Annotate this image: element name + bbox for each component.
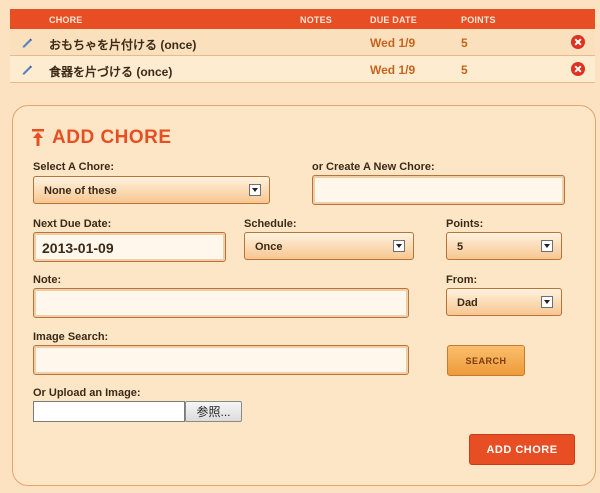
add-chore-panel: ADD CHORE Select A Chore: None of these … xyxy=(12,105,596,486)
table-row: おもちゃを片付ける (once) Wed 1/9 5 xyxy=(10,29,595,56)
image-search-label: Image Search: xyxy=(33,331,109,343)
note-label: Note: xyxy=(33,274,62,286)
due-date: Wed 1/9 xyxy=(370,36,416,50)
image-search-input[interactable] xyxy=(33,345,409,375)
from-value: Dad xyxy=(457,297,478,309)
schedule-value: Once xyxy=(255,241,283,253)
points-dropdown[interactable]: 5 xyxy=(446,232,562,260)
chore-name[interactable]: おもちゃを片付ける (once) xyxy=(49,36,196,53)
select-chore-value: None of these xyxy=(44,185,117,197)
panel-title-text: ADD CHORE xyxy=(52,127,172,148)
schedule-dropdown[interactable]: Once xyxy=(244,232,414,260)
table-row: 食器を片づける (once) Wed 1/9 5 xyxy=(10,56,595,83)
next-due-input[interactable]: 2013-01-09 xyxy=(33,232,226,262)
points-label: Points: xyxy=(446,218,484,230)
chevron-down-icon xyxy=(393,240,405,252)
arrow-up-icon xyxy=(32,129,44,146)
chores-table: CHORE NOTES DUE DATE POINTS おもちゃを片付ける (o… xyxy=(10,9,595,83)
delete-x-icon[interactable] xyxy=(571,35,585,49)
panel-title: ADD CHORE xyxy=(32,127,172,149)
header-points[interactable]: POINTS xyxy=(461,15,496,25)
browse-button[interactable]: 参照... xyxy=(185,401,242,422)
points-selected-value: 5 xyxy=(457,241,464,253)
chevron-down-icon xyxy=(541,296,553,308)
delete-x-icon[interactable] xyxy=(571,62,585,76)
header-notes[interactable]: NOTES xyxy=(300,15,332,25)
note-input[interactable] xyxy=(33,288,409,318)
chevron-down-icon xyxy=(541,240,553,252)
select-chore-dropdown[interactable]: None of these xyxy=(33,176,270,204)
pencil-icon[interactable] xyxy=(21,36,33,48)
chore-name[interactable]: 食器を片づける (once) xyxy=(49,63,172,80)
header-due-date[interactable]: DUE DATE xyxy=(370,15,417,25)
points-value: 5 xyxy=(461,36,468,50)
create-chore-label: or Create A New Chore: xyxy=(312,161,435,173)
pencil-icon[interactable] xyxy=(21,63,33,75)
file-path-field[interactable] xyxy=(33,401,185,422)
from-dropdown[interactable]: Dad xyxy=(446,288,562,316)
table-header: CHORE NOTES DUE DATE POINTS xyxy=(10,9,595,29)
select-chore-label: Select A Chore: xyxy=(33,161,115,173)
schedule-label: Schedule: xyxy=(244,218,297,230)
search-button[interactable]: SEARCH xyxy=(447,345,525,376)
next-due-value: 2013-01-09 xyxy=(42,240,114,256)
points-value: 5 xyxy=(461,63,468,77)
chevron-down-icon xyxy=(249,184,261,196)
from-label: From: xyxy=(446,274,478,286)
due-date: Wed 1/9 xyxy=(370,63,416,77)
upload-label: Or Upload an Image: xyxy=(33,387,141,399)
add-chore-button[interactable]: ADD CHORE xyxy=(469,434,575,465)
create-chore-input[interactable] xyxy=(312,175,565,205)
header-chore[interactable]: CHORE xyxy=(49,15,83,25)
next-due-label: Next Due Date: xyxy=(33,218,112,230)
